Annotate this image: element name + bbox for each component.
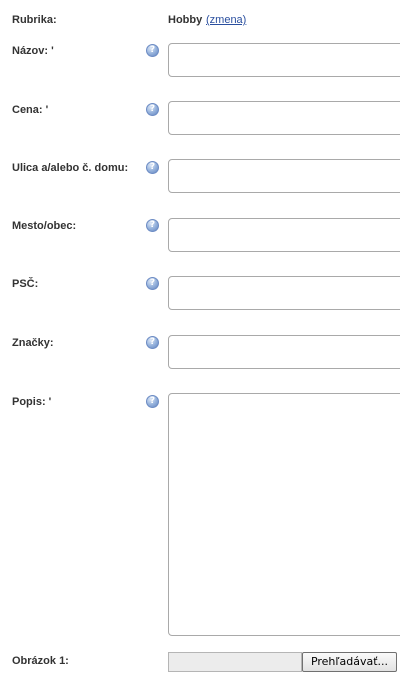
street-input[interactable]	[168, 159, 400, 193]
description-label: Popis: '	[12, 396, 52, 408]
tags-label: Značky:	[12, 337, 54, 349]
zip-input[interactable]	[168, 276, 400, 310]
name-input[interactable]	[168, 43, 400, 77]
city-label: Mesto/obec:	[12, 220, 77, 232]
help-icon[interactable]: ?	[146, 103, 159, 116]
price-input[interactable]	[168, 101, 400, 135]
category-label: Rubrika:	[12, 14, 57, 26]
name-label: Názov: '	[12, 45, 54, 57]
help-icon[interactable]: ?	[146, 336, 159, 349]
change-category-link[interactable]: (zmena)	[206, 14, 246, 26]
image-file-path[interactable]	[168, 652, 302, 672]
help-icon[interactable]: ?	[146, 277, 159, 290]
help-icon[interactable]: ?	[146, 219, 159, 232]
zip-label: PSČ:	[12, 278, 39, 290]
description-textarea[interactable]	[168, 393, 400, 636]
city-input[interactable]	[168, 218, 400, 252]
help-icon[interactable]: ?	[146, 395, 159, 408]
category-value: Hobby	[168, 14, 203, 26]
tags-input[interactable]	[168, 335, 400, 369]
image-upload-label: Obrázok 1:	[12, 655, 69, 667]
help-icon[interactable]: ?	[146, 44, 159, 57]
price-label: Cena: '	[12, 104, 49, 116]
help-icon[interactable]: ?	[146, 161, 159, 174]
street-label: Ulica a/alebo č. domu:	[12, 162, 129, 174]
browse-button[interactable]: Prehľadávať...	[302, 652, 397, 672]
